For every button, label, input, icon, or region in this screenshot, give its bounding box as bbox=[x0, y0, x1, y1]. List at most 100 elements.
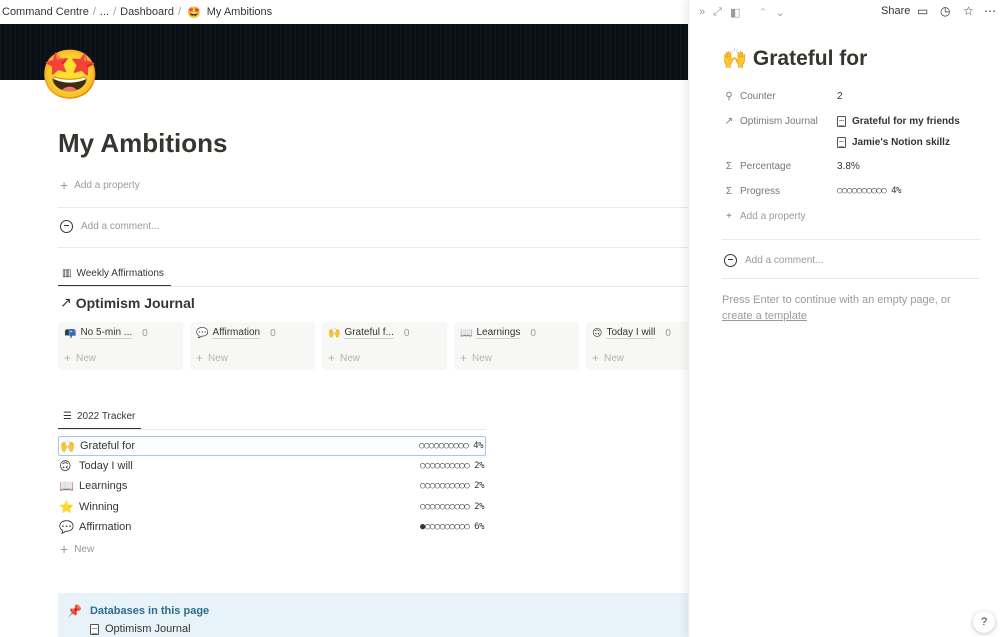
add-property-button[interactable]: + Add a property bbox=[60, 177, 140, 193]
callout-title-label: Databases in this page bbox=[89, 605, 210, 617]
expand-icon[interactable]: ⤢ bbox=[713, 6, 722, 19]
clock-icon[interactable]: ◷ bbox=[940, 4, 950, 18]
list-item-title[interactable]: Learnings bbox=[79, 480, 420, 492]
tab-2022-tracker[interactable]: ☰ 2022 Tracker bbox=[63, 411, 135, 422]
star-outline-icon[interactable]: ☆ bbox=[963, 4, 974, 18]
list-item[interactable]: ⭐ Winning ○○○○○○○○○○ 2% bbox=[58, 497, 486, 517]
column-label[interactable]: Affirmation bbox=[212, 327, 261, 339]
raised-hands-icon: 🙌 bbox=[60, 439, 75, 453]
avatar bbox=[724, 254, 737, 267]
progress-value: ○○○○○○○○○○ 2% bbox=[420, 461, 484, 471]
progress-value: ○○○○○○○○○○ 4% bbox=[837, 186, 901, 196]
peek-toolbar: » ⤢ ◧ ⌃ ⌄ Share ▭ ◷ ☆ ⋯ bbox=[689, 0, 1005, 24]
column-label[interactable]: Grateful f... bbox=[344, 327, 394, 339]
page-link-label: Optimism Journal bbox=[105, 623, 191, 635]
list-item-title[interactable]: Grateful for bbox=[80, 440, 419, 452]
page-emoji-icon[interactable]: 🤩 bbox=[40, 48, 116, 104]
list-item-title[interactable]: Winning bbox=[79, 501, 420, 513]
relation-link[interactable]: Jamie's Notion skillz bbox=[837, 137, 950, 148]
new-label: New bbox=[340, 352, 361, 364]
breadcrumb-separator: / bbox=[92, 6, 96, 18]
new-card-button[interactable]: + New bbox=[196, 351, 228, 365]
add-comment-placeholder: Add a comment... bbox=[81, 221, 160, 232]
more-icon[interactable]: ⋯ bbox=[984, 4, 996, 18]
list-item-title[interactable]: Affirmation bbox=[79, 521, 420, 533]
formula-sigma-icon: Σ bbox=[725, 186, 733, 197]
divider bbox=[58, 247, 688, 248]
add-property-button[interactable]: + Add a property bbox=[724, 211, 806, 222]
chevron-up-icon[interactable]: ⌃ bbox=[758, 6, 767, 19]
open-book-icon: 📖 bbox=[460, 327, 473, 339]
peek-title-label: Grateful for bbox=[752, 46, 868, 70]
breadcrumb-current[interactable]: My Ambitions bbox=[205, 6, 274, 18]
progress-value: ○○○○○○○○○○ 2% bbox=[420, 481, 484, 491]
list-item[interactable]: 🙌 Grateful for ○○○○○○○○○○ 4% bbox=[58, 436, 486, 456]
share-button[interactable]: Share bbox=[881, 5, 910, 17]
add-comment-input[interactable]: Add a comment... bbox=[60, 220, 159, 233]
peek-title[interactable]: 🙌 Grateful for bbox=[722, 46, 867, 71]
new-card-button[interactable]: + New bbox=[592, 351, 624, 365]
property-optimism-journal[interactable]: ↗ Optimism Journal bbox=[724, 116, 818, 127]
property-label: Counter bbox=[740, 91, 776, 102]
page-icon bbox=[837, 137, 846, 148]
board-column[interactable]: 💬 Affirmation 0 + New bbox=[190, 322, 315, 370]
relation-label: Grateful for my friends bbox=[852, 116, 960, 127]
tab-weekly-affirmations[interactable]: ▥ Weekly Affirmations bbox=[62, 268, 164, 279]
tab-label: Weekly Affirmations bbox=[76, 268, 164, 279]
new-card-button[interactable]: + New bbox=[328, 351, 360, 365]
relation-link[interactable]: Grateful for my friends bbox=[837, 116, 960, 127]
progress-value: ○○○○○○○○○○ 2% bbox=[420, 502, 484, 512]
speech-bubble-icon: 💬 bbox=[196, 327, 209, 339]
breadcrumb: Command Centre / ... / Dashboard / 🤩 My … bbox=[0, 0, 688, 24]
chevron-down-icon[interactable]: ⌄ bbox=[776, 6, 785, 19]
list-item[interactable]: 🙃 Today I will ○○○○○○○○○○ 2% bbox=[58, 456, 486, 476]
board-column[interactable]: 📭 No 5-min ... 0 + New bbox=[58, 322, 183, 370]
breadcrumb-dashboard[interactable]: Dashboard bbox=[118, 6, 176, 18]
breadcrumb-command-centre[interactable]: Command Centre bbox=[0, 6, 91, 18]
property-progress[interactable]: Σ Progress bbox=[724, 186, 780, 197]
database-title[interactable]: ↗ Optimism Journal bbox=[60, 294, 195, 311]
property-percentage[interactable]: Σ Percentage bbox=[724, 161, 791, 172]
plus-icon: + bbox=[60, 541, 69, 557]
star-icon: ⭐ bbox=[59, 500, 74, 514]
column-count: 0 bbox=[665, 327, 671, 339]
new-list-item-button[interactable]: + New bbox=[60, 541, 94, 557]
board-column[interactable]: 🙌 Grateful f... 0 + New bbox=[322, 322, 447, 370]
new-card-button[interactable]: + New bbox=[64, 351, 96, 365]
add-comment-input[interactable]: Add a comment... bbox=[724, 254, 823, 267]
page-title[interactable]: My Ambitions bbox=[58, 128, 227, 159]
property-counter-value[interactable]: 2 bbox=[837, 91, 843, 102]
avatar bbox=[60, 220, 73, 233]
create-template-link[interactable]: create a template bbox=[722, 310, 807, 322]
close-peek-icon[interactable]: » bbox=[699, 6, 705, 18]
property-progress-value[interactable]: ○○○○○○○○○○ 4% bbox=[837, 186, 901, 196]
empty-page-hint: Press Enter to continue with an empty pa… bbox=[722, 292, 982, 324]
board-column[interactable]: 📖 Learnings 0 + New bbox=[454, 322, 579, 370]
pushpin-icon: 📌 bbox=[67, 604, 82, 618]
help-button[interactable]: ? bbox=[973, 611, 995, 633]
new-label: New bbox=[604, 352, 625, 364]
board-column[interactable]: 🙃 Today I will 0 + New bbox=[586, 322, 688, 370]
open-book-icon: 📖 bbox=[59, 479, 74, 493]
plus-icon: + bbox=[460, 351, 468, 365]
peek-mode-icon[interactable]: ◧ bbox=[730, 6, 740, 19]
plus-icon: + bbox=[60, 177, 69, 193]
property-percentage-value[interactable]: 3.8% bbox=[837, 161, 860, 172]
property-counter[interactable]: ⚲ Counter bbox=[724, 91, 776, 102]
callout-block: 📌 Databases in this page Optimism Journa… bbox=[58, 593, 688, 637]
new-card-button[interactable]: + New bbox=[460, 351, 492, 365]
page-link[interactable]: Optimism Journal bbox=[90, 623, 191, 635]
column-label[interactable]: Today I will bbox=[606, 327, 656, 339]
raised-hands-icon: 🙌 bbox=[722, 48, 747, 70]
relation-label: Jamie's Notion skillz bbox=[852, 137, 950, 148]
divider bbox=[722, 278, 980, 279]
breadcrumb-separator: / bbox=[177, 6, 182, 18]
column-label[interactable]: No 5-min ... bbox=[80, 327, 133, 339]
column-label[interactable]: Learnings bbox=[476, 327, 521, 339]
breadcrumb-ellipsis[interactable]: ... bbox=[98, 6, 111, 18]
list-item[interactable]: 📖 Learnings ○○○○○○○○○○ 2% bbox=[58, 476, 486, 496]
divider bbox=[722, 239, 980, 240]
comment-icon[interactable]: ▭ bbox=[917, 4, 928, 18]
list-item[interactable]: 💬 Affirmation ●○○○○○○○○○ 6% bbox=[58, 517, 486, 537]
list-item-title[interactable]: Today I will bbox=[79, 460, 420, 472]
